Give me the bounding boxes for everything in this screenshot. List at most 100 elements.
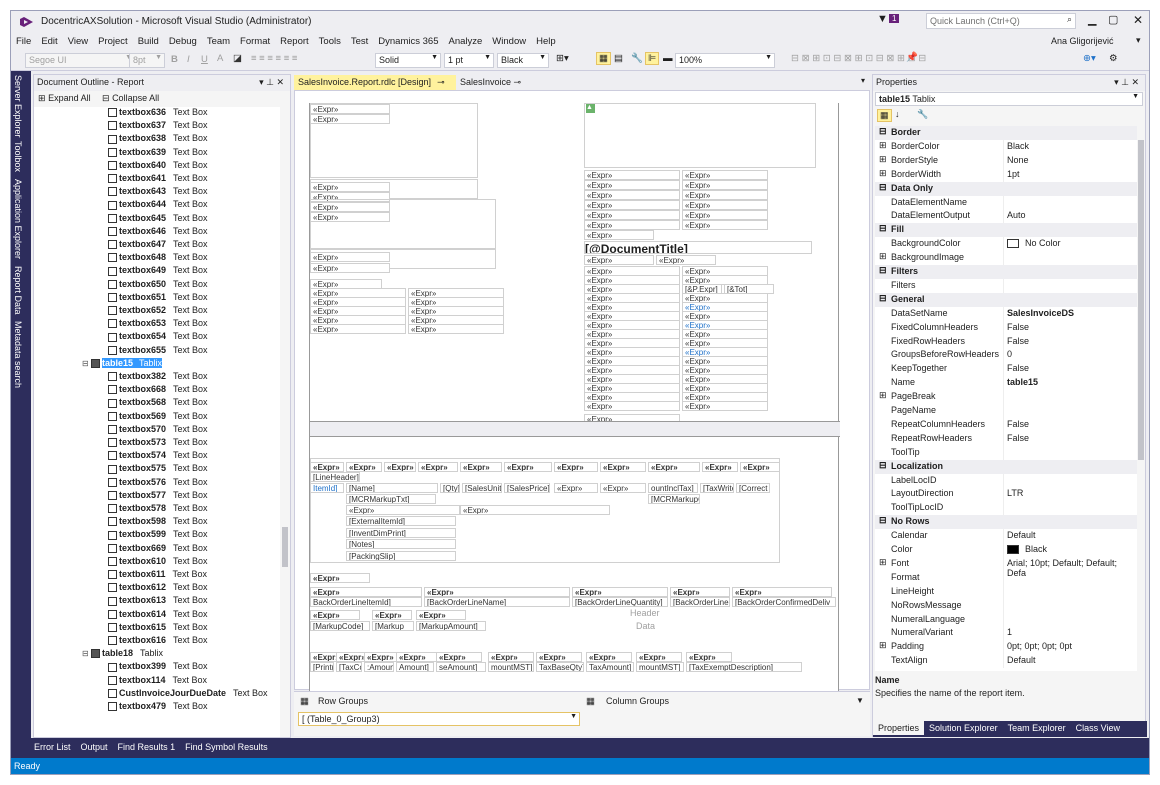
- outline-scrollbar[interactable]: [280, 107, 290, 737]
- report-textbox[interactable]: «Expr»: [584, 401, 680, 411]
- property-value[interactable]: Default: [1007, 530, 1036, 540]
- report-textbox[interactable]: «Expr»: [310, 212, 390, 222]
- expand-icon[interactable]: ⊞: [879, 154, 887, 165]
- property-row[interactable]: ToolTip: [875, 445, 1137, 460]
- tree-node-textbox[interactable]: textbox616 Text Box: [108, 635, 208, 648]
- menu-build[interactable]: Build: [133, 33, 164, 50]
- property-row[interactable]: LayoutDirection LTR: [875, 487, 1137, 502]
- property-row[interactable]: NumeralVariant 1: [875, 626, 1137, 641]
- tab-sales-invoice[interactable]: SalesInvoice ⊸: [456, 75, 526, 90]
- report-textbox[interactable]: «Expr»: [682, 190, 768, 200]
- tree-node-textbox[interactable]: textbox646 Text Box: [108, 226, 208, 239]
- border-width-combo[interactable]: 1 pt ▼: [444, 53, 494, 68]
- pin-icon[interactable]: ⊸: [514, 77, 522, 87]
- report-textbox[interactable]: «Expr»: [310, 104, 390, 114]
- property-row[interactable]: FixedRowHeaders False: [875, 334, 1137, 349]
- report-textbox[interactable]: «Expr»: [310, 263, 390, 273]
- property-row[interactable]: TextAlign Default: [875, 654, 1137, 669]
- report-textbox[interactable]: «Expr»: [732, 587, 832, 597]
- tree-node-textbox[interactable]: textbox615 Text Box: [108, 622, 208, 635]
- tree-node-textbox[interactable]: textbox640 Text Box: [108, 160, 208, 173]
- row-group-item[interactable]: [ (Table_0_Group3) ▼: [298, 712, 580, 726]
- fill-color-icon[interactable]: ◪: [233, 53, 242, 64]
- report-textbox[interactable]: seAmount]: [436, 662, 486, 672]
- categorized-icon[interactable]: ▦: [877, 109, 892, 122]
- collapse-all-button[interactable]: ⊟ Collapse All: [102, 93, 159, 104]
- report-textbox[interactable]: BackOrderLineItemId]: [310, 597, 422, 607]
- metadata-search-tab[interactable]: Metadata search: [13, 321, 23, 388]
- tab-class-view[interactable]: Class View: [1071, 721, 1125, 735]
- tree-node-textbox[interactable]: textbox668 Text Box: [108, 384, 208, 397]
- property-row[interactable]: Calendar Default: [875, 529, 1137, 544]
- property-value[interactable]: 1pt: [1007, 169, 1020, 179]
- expand-icon[interactable]: ⊞: [879, 140, 887, 151]
- tree-node-textbox[interactable]: textbox653 Text Box: [108, 318, 208, 331]
- menu-tools[interactable]: Tools: [314, 33, 346, 50]
- property-row[interactable]: NoRowsMessage: [875, 598, 1137, 613]
- image-placeholder-icon[interactable]: ▲: [586, 104, 595, 113]
- collapse-icon[interactable]: ⊟: [879, 460, 887, 471]
- tree-node-textbox[interactable]: textbox649 Text Box: [108, 265, 208, 278]
- tree-node-textbox[interactable]: textbox638 Text Box: [108, 133, 208, 146]
- property-scrollbar[interactable]: [1137, 126, 1145, 671]
- tree-node-textbox[interactable]: textbox636 Text Box: [108, 107, 208, 120]
- tablix-lines[interactable]: [310, 458, 780, 563]
- collapse-icon[interactable]: ⊟: [879, 182, 887, 193]
- property-row[interactable]: Name table15: [875, 376, 1137, 391]
- property-row[interactable]: ⊞ BackgroundImage: [875, 251, 1137, 266]
- report-textbox[interactable]: «Expr»: [584, 190, 680, 200]
- toolbox-tab[interactable]: Toolbox: [13, 141, 23, 172]
- panel-window-icons[interactable]: ▾ ⊥ ✕: [259, 77, 284, 88]
- user-settings-icon[interactable]: ▾: [1136, 35, 1141, 46]
- property-value[interactable]: 1: [1007, 627, 1012, 637]
- report-textbox[interactable]: [BackOrderLine5: [670, 597, 730, 607]
- tab-report-design[interactable]: SalesInvoice.Report.rdlc [Design]⊸ ✕: [294, 75, 456, 98]
- grid-icon[interactable]: ▦: [596, 52, 611, 65]
- property-category[interactable]: ⊟ No Rows: [875, 515, 1137, 530]
- report-textbox[interactable]: «Expr»: [488, 652, 534, 662]
- report-textbox[interactable]: [TaxExemptDescription]: [686, 662, 802, 672]
- property-pages-icon[interactable]: 🔧: [917, 109, 928, 120]
- report-textbox[interactable]: «Expr»: [682, 210, 768, 220]
- property-value[interactable]: 0: [1007, 349, 1012, 359]
- property-row[interactable]: GroupsBeforeRowHeaders 0: [875, 348, 1137, 363]
- report-textbox[interactable]: «Expr»: [310, 202, 390, 212]
- tree-node-textbox[interactable]: textbox652 Text Box: [108, 305, 208, 318]
- tree-node-textbox[interactable]: textbox599 Text Box: [108, 529, 208, 542]
- tree-node-textbox[interactable]: textbox614 Text Box: [108, 609, 208, 622]
- property-value[interactable]: table15: [1007, 377, 1038, 387]
- tree-node-textbox[interactable]: textbox578 Text Box: [108, 503, 208, 516]
- report-textbox[interactable]: «Expr»: [584, 220, 680, 230]
- tree-node-textbox[interactable]: textbox612 Text Box: [108, 582, 208, 595]
- menu-window[interactable]: Window: [487, 33, 531, 50]
- property-value[interactable]: False: [1007, 433, 1029, 443]
- property-row[interactable]: ⊞ PageBreak: [875, 390, 1137, 405]
- scrollbar-thumb[interactable]: [282, 527, 288, 567]
- report-textbox[interactable]: «Expr»: [310, 252, 390, 262]
- property-value[interactable]: False: [1007, 336, 1029, 346]
- tab-solution-explorer[interactable]: Solution Explorer: [924, 721, 1003, 735]
- collapse-icon[interactable]: ⊟: [82, 649, 91, 658]
- tree-node-textbox[interactable]: textbox645 Text Box: [108, 213, 208, 226]
- report-textbox[interactable]: «Expr»: [656, 255, 716, 265]
- property-category[interactable]: ⊟ Localization: [875, 459, 1137, 474]
- report-data-tab[interactable]: Report Data: [13, 266, 23, 315]
- report-textbox[interactable]: «Expr»: [310, 610, 360, 620]
- tab-team-explorer[interactable]: Team Explorer: [1003, 721, 1071, 735]
- scrollbar-thumb[interactable]: [1138, 140, 1144, 460]
- expand-icon[interactable]: ⊞: [879, 168, 887, 179]
- collapse-icon[interactable]: ⊟: [879, 223, 887, 234]
- tree-node-textbox[interactable]: textbox655 Text Box: [108, 345, 208, 358]
- application-explorer-tab[interactable]: Application Explorer: [13, 179, 23, 259]
- report-rectangle[interactable]: [584, 103, 816, 168]
- property-row[interactable]: DataSetName SalesInvoiceDS: [875, 306, 1137, 321]
- tab-properties[interactable]: Properties: [873, 721, 925, 735]
- report-textbox[interactable]: «Expr»: [584, 210, 680, 220]
- property-row[interactable]: DataElementOutput Auto: [875, 209, 1137, 224]
- maximize-button[interactable]: ▢: [1108, 13, 1118, 26]
- property-category[interactable]: ⊟ Border: [875, 126, 1137, 140]
- menu-test[interactable]: Test: [346, 33, 373, 50]
- property-category[interactable]: ⊟ Fill: [875, 223, 1137, 238]
- menu-debug[interactable]: Debug: [164, 33, 202, 50]
- property-row[interactable]: LineHeight: [875, 584, 1137, 599]
